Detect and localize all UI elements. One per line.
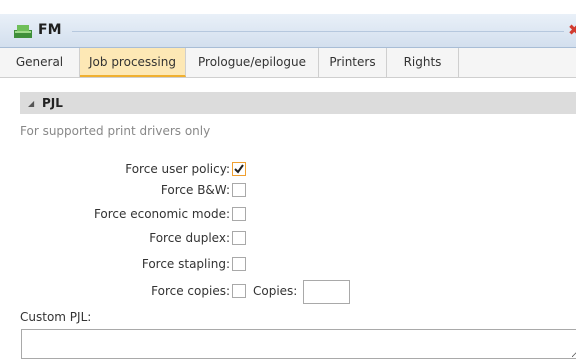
force-user-policy-checkbox[interactable]: [232, 162, 246, 176]
option-row-force-stapling: Force stapling:: [0, 256, 576, 272]
section-title: PJL: [41, 96, 63, 110]
collapse-triangle-icon[interactable]: ◢: [28, 93, 34, 115]
force-copies-checkbox[interactable]: [232, 284, 246, 298]
tab-printers[interactable]: Printers: [319, 48, 387, 77]
tab-prologue-epilogue[interactable]: Prologue/epilogue: [186, 48, 319, 77]
option-row-force-bw: Force B&W:: [0, 182, 576, 198]
option-row-force-duplex: Force duplex:: [0, 230, 576, 246]
window-title: FM: [38, 22, 62, 38]
checkmark-icon: [234, 164, 244, 174]
pjl-section-header[interactable]: ◢ PJL: [20, 92, 576, 114]
option-row-force-user-policy: Force user policy:: [0, 161, 576, 177]
option-row-force-economic-mode: Force economic mode:: [0, 206, 576, 222]
title-divider: [72, 31, 564, 32]
option-label: Force copies:: [151, 284, 230, 298]
close-icon[interactable]: ✖: [568, 21, 576, 39]
section-note: For supported print drivers only: [20, 124, 211, 138]
copies-input[interactable]: [303, 280, 350, 304]
copies-label: Copies:: [253, 284, 298, 298]
option-label: Force B&W:: [160, 183, 230, 197]
option-label: Force stapling:: [141, 257, 230, 271]
option-label: Force user policy:: [125, 162, 230, 176]
option-label: Force economic mode:: [93, 207, 230, 221]
force-duplex-checkbox[interactable]: [232, 231, 246, 245]
tab-general[interactable]: General: [0, 48, 80, 77]
force-bw-checkbox[interactable]: [232, 183, 246, 197]
force-stapling-checkbox[interactable]: [232, 257, 246, 271]
custom-pjl-textarea[interactable]: [21, 329, 576, 359]
custom-pjl-label: Custom PJL:: [20, 310, 92, 324]
force-economic-mode-checkbox[interactable]: [232, 207, 246, 221]
window-titlebar: FM ✖: [0, 14, 576, 48]
fm-app-icon: [14, 25, 32, 38]
tab-rights[interactable]: Rights: [387, 48, 459, 77]
tab-bar: General Job processing Prologue/epilogue…: [0, 48, 576, 78]
tab-job-processing[interactable]: Job processing: [80, 48, 186, 77]
option-label: Force duplex:: [149, 231, 230, 245]
